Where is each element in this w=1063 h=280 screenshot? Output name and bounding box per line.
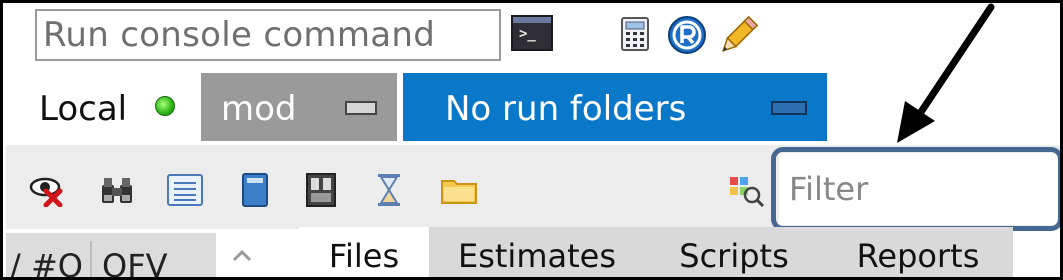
filter-input[interactable]	[779, 153, 1060, 225]
book-icon[interactable]	[236, 173, 274, 207]
column-header-ofv[interactable]: OFV	[102, 247, 167, 277]
hide-eye-icon[interactable]	[28, 173, 66, 207]
run-folders-toggle-icon	[771, 101, 807, 115]
run-folders-label: No run folders	[445, 89, 687, 129]
folder-icon[interactable]	[440, 173, 478, 207]
binoculars-icon[interactable]	[98, 173, 136, 207]
annotation-arrow	[897, 3, 995, 143]
file-cabinet-icon[interactable]	[302, 173, 340, 207]
console-command-input[interactable]	[35, 9, 501, 61]
terminal-icon[interactable]: >_	[511, 15, 553, 51]
tab-files[interactable]: Files	[299, 227, 429, 277]
mod-toggle-icon	[345, 101, 377, 115]
mod-button-label: mod	[221, 89, 297, 129]
tab-scripts[interactable]: Scripts	[645, 227, 823, 277]
connection-label: Local	[39, 89, 128, 129]
column-divider	[90, 241, 92, 277]
mod-button[interactable]: mod	[201, 73, 397, 141]
r-icon[interactable]	[667, 15, 707, 55]
scroll-up-icon[interactable]	[227, 241, 257, 271]
calculator-icon[interactable]	[621, 17, 649, 51]
app-frame: >_ Local mod No run folders	[0, 0, 1063, 280]
column-header-obj[interactable]: / #O	[10, 247, 83, 277]
status-indicator-icon	[155, 96, 175, 116]
filter-grid-icon	[730, 177, 765, 207]
tab-reports[interactable]: Reports	[823, 227, 1013, 277]
table-header: / #O OFV	[6, 233, 216, 277]
tab-estimates[interactable]: Estimates	[429, 227, 645, 277]
run-folders-button[interactable]: No run folders	[403, 73, 827, 141]
pencil-icon[interactable]	[715, 13, 761, 59]
list-icon[interactable]	[166, 173, 204, 207]
hourglass-icon[interactable]	[370, 173, 408, 207]
